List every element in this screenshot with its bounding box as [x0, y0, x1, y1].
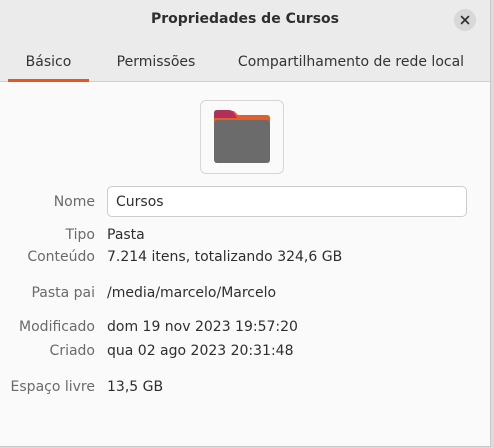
- title-bar[interactable]: Propriedades de Cursos: [0, 0, 490, 42]
- folder-icon: [214, 110, 270, 163]
- tab-permissions-label: Permissões: [116, 54, 196, 70]
- parent-folder-value: /media/marcelo/Marcelo: [107, 285, 277, 301]
- tab-basic-label: Básico: [25, 54, 72, 70]
- free-space-label: Espaço livre: [10, 379, 95, 395]
- tab-bar: Básico Permissões Compartilhamento de re…: [0, 42, 490, 82]
- free-space-value: 13,5 GB: [107, 379, 164, 395]
- type-value: Pasta: [107, 227, 145, 243]
- tab-basic[interactable]: Básico: [8, 42, 89, 82]
- parent-folder-label: Pasta pai: [31, 285, 95, 301]
- properties-dialog: Propriedades de Cursos Básico Permissões…: [0, 0, 491, 447]
- created-label: Criado: [49, 343, 95, 359]
- tab-local-network-share-label: Compartilhamento de rede local: [237, 54, 465, 70]
- dialog-title: Propriedades de Cursos: [150, 11, 339, 27]
- created-value: qua 02 ago 2023 20:31:48: [107, 343, 294, 359]
- name-field[interactable]: [107, 186, 467, 217]
- contents-value: 7.214 itens, totalizando 324,6 GB: [107, 249, 343, 265]
- tab-permissions[interactable]: Permissões: [108, 42, 204, 81]
- close-icon: [460, 15, 470, 25]
- name-label: Nome: [53, 194, 95, 210]
- type-label: Tipo: [65, 227, 95, 243]
- modified-value: dom 19 nov 2023 19:57:20: [107, 319, 298, 335]
- modified-label: Modificado: [19, 319, 95, 335]
- close-button[interactable]: [454, 9, 476, 31]
- folder-icon-button[interactable]: [200, 100, 284, 174]
- basic-panel: Nome Tipo Pasta Conteúdo 7.214 itens, to…: [0, 82, 490, 446]
- contents-label: Conteúdo: [27, 249, 95, 265]
- tab-local-network-share[interactable]: Compartilhamento de rede local: [236, 42, 466, 81]
